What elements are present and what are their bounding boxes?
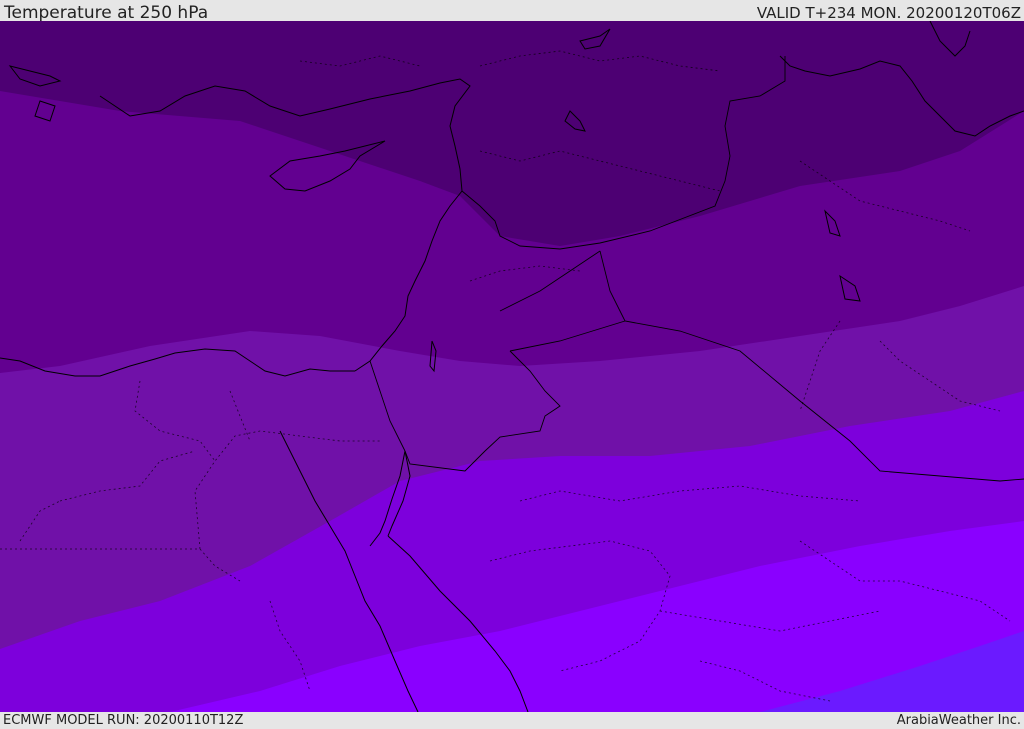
brand-label: ArabiaWeather Inc. — [896, 713, 1021, 728]
header-bar: Temperature at 250 hPa VALID T+234 MON. … — [0, 0, 1024, 23]
temperature-field-svg — [0, 21, 1024, 712]
footer-bar: ECMWF MODEL RUN: 20200110T12Z ArabiaWeat… — [0, 712, 1024, 729]
weather-map — [0, 21, 1024, 712]
valid-time: VALID T+234 MON. 20200120T06Z — [756, 4, 1021, 22]
model-run-label: ECMWF MODEL RUN: 20200110T12Z — [3, 713, 244, 728]
map-title: Temperature at 250 hPa — [4, 3, 209, 23]
